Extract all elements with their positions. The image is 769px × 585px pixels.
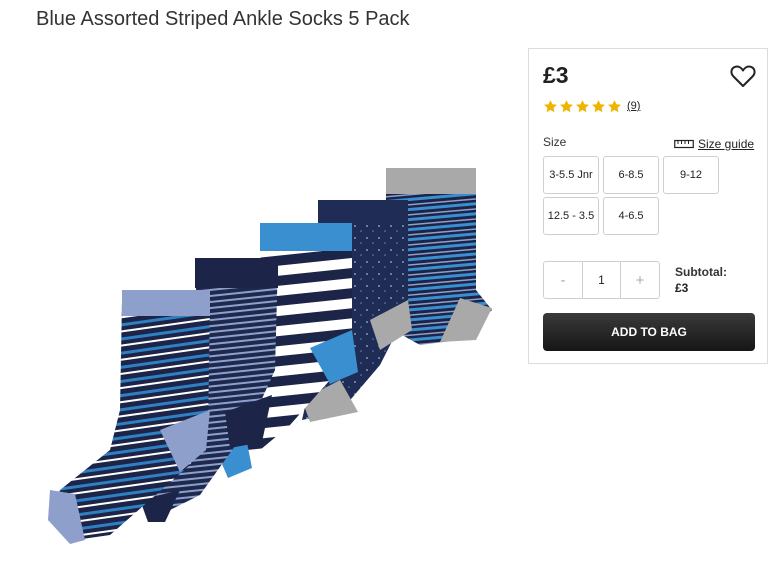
sock-1 (48, 290, 210, 544)
star-icon (560, 99, 573, 112)
subtotal: Subtotal: £3 (675, 264, 727, 296)
favourite-button[interactable] (729, 63, 757, 89)
product-image (40, 150, 500, 550)
subtotal-label: Subtotal: (675, 265, 727, 279)
star-icon (592, 99, 605, 112)
star-icon (544, 99, 557, 112)
size-option-12-5-3-5[interactable]: 12.5 - 3.5 (543, 197, 599, 235)
size-guide-link[interactable]: Size guide (674, 137, 754, 151)
product-price: £3 (543, 62, 569, 88)
ruler-icon (674, 139, 694, 149)
quantity-increase-button[interactable]: + (621, 262, 659, 298)
add-to-bag-button[interactable]: ADD TO BAG (543, 313, 755, 351)
review-count-link[interactable]: (9) (627, 100, 640, 112)
quantity-input[interactable]: 1 (582, 262, 621, 298)
quantity-decrease-button[interactable]: - (544, 262, 582, 298)
rating: (9) (543, 98, 640, 114)
subtotal-value: £3 (675, 281, 689, 295)
size-option-6-8-5[interactable]: 6-8.5 (603, 156, 659, 194)
size-option-9-12[interactable]: 9-12 (663, 156, 719, 194)
size-label: Size (543, 135, 567, 149)
rating-stars (543, 99, 623, 114)
star-icon (576, 99, 589, 112)
quantity-stepper: - 1 + (543, 261, 660, 299)
size-guide-label: Size guide (698, 137, 755, 151)
star-icon (608, 99, 621, 112)
product-title: Blue Assorted Striped Ankle Socks 5 Pack (36, 8, 410, 30)
heart-outline-icon (730, 65, 756, 87)
size-option-3-5-5-jnr[interactable]: 3-5.5 Jnr (543, 156, 599, 194)
purchase-panel: £3 (9) Size Size guide 3-5.5 Jnr 6-8.5 9… (528, 48, 768, 364)
size-option-4-6-5[interactable]: 4-6.5 (603, 197, 659, 235)
